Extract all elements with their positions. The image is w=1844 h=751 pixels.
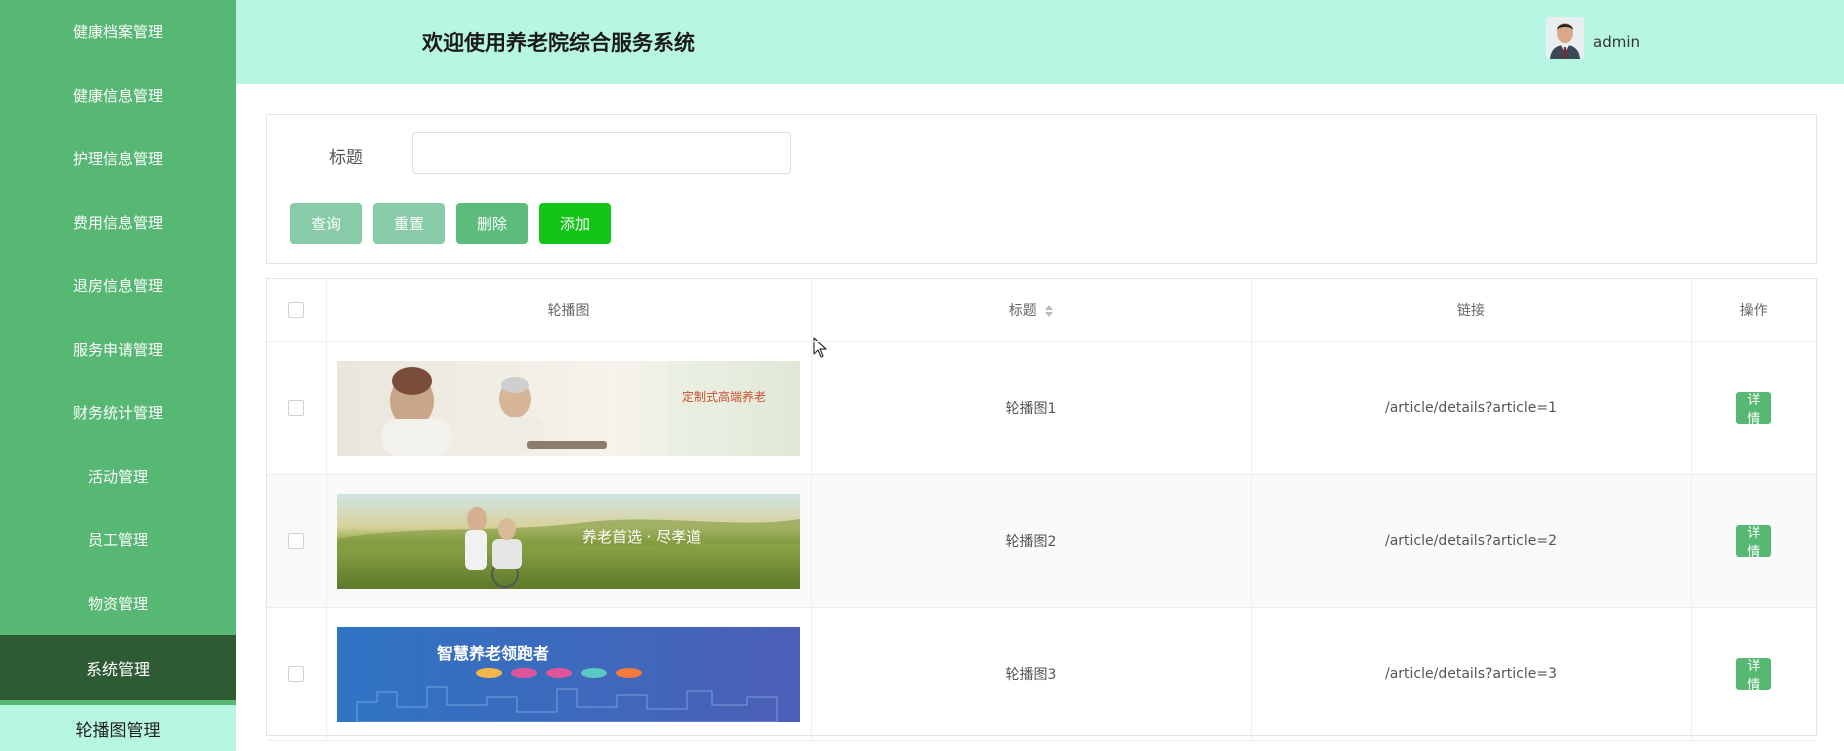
user-avatar-icon — [1546, 17, 1584, 59]
avatar[interactable] — [1546, 17, 1584, 59]
sidebar-item-system[interactable]: 系统管理 — [0, 635, 236, 700]
page-title: 欢迎使用养老院综合服务系统 — [422, 31, 695, 55]
main-content: 标题 查询 重置 删除 添加 轮播图 标题 链接 操作 定制式高端养老 轮播图1… — [236, 84, 1844, 751]
sidebar-item-checkout-info[interactable]: 退房信息管理 — [0, 254, 236, 318]
column-header-title[interactable]: 标题 — [811, 279, 1252, 342]
table-row: 智慧养老领跑者 轮播图3 /article/details?article=3 … — [267, 607, 1816, 741]
sidebar-item-health-info[interactable]: 健康信息管理 — [0, 64, 236, 128]
banner-caption: 定制式高端养老 — [682, 389, 766, 404]
column-header-actions: 操作 — [1691, 279, 1816, 342]
row-checkbox[interactable] — [288, 533, 305, 549]
add-button[interactable]: 添加 — [539, 203, 611, 244]
username[interactable]: admin — [1593, 33, 1640, 51]
title-cell: 轮播图3 — [811, 607, 1252, 741]
search-panel: 标题 查询 重置 删除 添加 — [266, 114, 1817, 264]
header: 欢迎使用养老院综合服务系统 admin — [236, 0, 1844, 84]
row-checkbox[interactable] — [288, 400, 305, 416]
select-all-checkbox[interactable] — [288, 302, 305, 318]
delete-button[interactable]: 删除 — [456, 203, 528, 244]
sort-caret-icon[interactable] — [1045, 305, 1054, 317]
table-row: 定制式高端养老 轮播图1 /article/details?article=1 … — [267, 341, 1816, 475]
sidebar-item-staff[interactable]: 员工管理 — [0, 508, 236, 572]
column-header-title-label: 标题 — [1008, 303, 1037, 319]
sidebar-item-health-records[interactable]: 健康档案管理 — [0, 0, 236, 64]
column-header-banner: 轮播图 — [326, 279, 812, 342]
query-button[interactable]: 查询 — [290, 203, 362, 244]
column-header-link: 链接 — [1251, 279, 1692, 342]
detail-button[interactable]: 详情 — [1736, 525, 1772, 560]
sidebar-item-activities[interactable]: 活动管理 — [0, 445, 236, 509]
carousel-banner-image: 定制式高端养老 — [337, 360, 800, 456]
sidebar: 健康档案管理 健康信息管理 护理信息管理 费用信息管理 退房信息管理 服务申请管… — [0, 0, 236, 751]
carousel-banner-image: 智慧养老领跑者 — [337, 626, 800, 722]
banner-caption: 智慧养老领跑者 — [437, 644, 549, 663]
detail-button[interactable]: 详情 — [1736, 658, 1772, 693]
link-cell: /article/details?article=1 — [1251, 341, 1692, 475]
banner-caption: 养老首选 · 尽孝道 — [582, 528, 701, 546]
link-cell: /article/details?article=2 — [1251, 474, 1692, 608]
table-header-row: 轮播图 标题 链接 操作 — [267, 279, 1816, 342]
link-cell: /article/details?article=3 — [1251, 607, 1692, 741]
carousel-banner-image: 养老首选 · 尽孝道 — [337, 493, 800, 589]
sidebar-subitem-carousel[interactable]: 轮播图管理 — [0, 705, 236, 751]
carousel-table: 轮播图 标题 链接 操作 定制式高端养老 轮播图1 /article/detai… — [266, 278, 1817, 741]
select-all-cell — [267, 279, 327, 342]
title-filter-label: 标题 — [329, 148, 363, 168]
sidebar-item-fee-info[interactable]: 费用信息管理 — [0, 191, 236, 255]
title-search-input[interactable] — [412, 132, 791, 174]
sidebar-item-nursing-info[interactable]: 护理信息管理 — [0, 127, 236, 191]
row-checkbox[interactable] — [288, 666, 305, 682]
table-row: 养老首选 · 尽孝道 轮播图2 /article/details?article… — [267, 474, 1816, 608]
title-cell: 轮播图1 — [811, 341, 1252, 475]
title-cell: 轮播图2 — [811, 474, 1252, 608]
sidebar-item-supplies[interactable]: 物资管理 — [0, 572, 236, 636]
sidebar-item-finance-stats[interactable]: 财务统计管理 — [0, 381, 236, 445]
reset-button[interactable]: 重置 — [373, 203, 445, 244]
sidebar-item-service-requests[interactable]: 服务申请管理 — [0, 318, 236, 382]
detail-button[interactable]: 详情 — [1736, 392, 1772, 427]
